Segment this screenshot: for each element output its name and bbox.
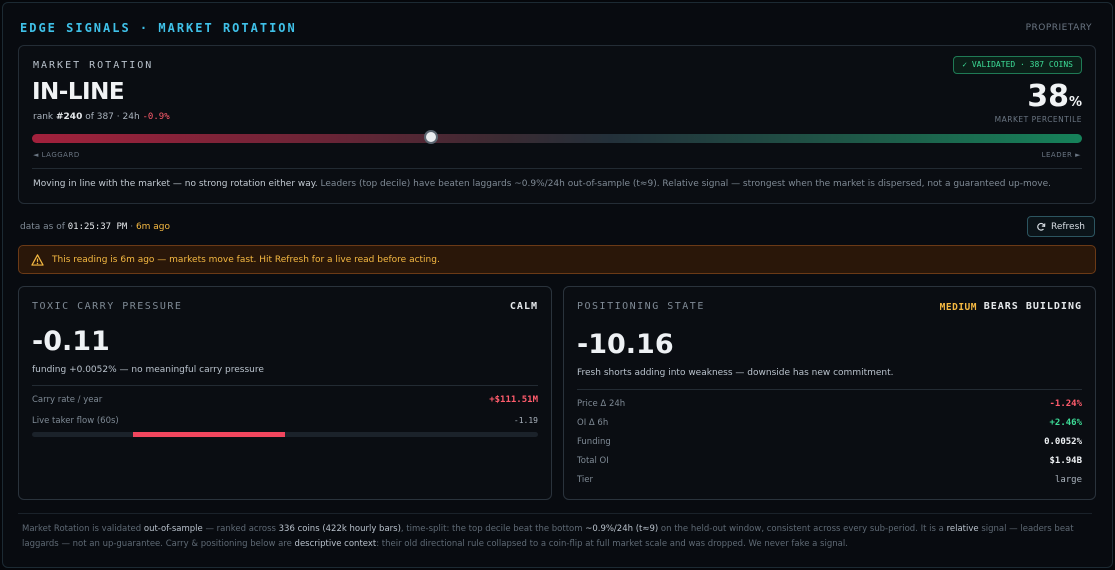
rotation-gradient-bar (32, 134, 1082, 143)
metric-value: 0.0052% (1044, 437, 1082, 447)
taker-flow-label: Live taker flow (60s) (32, 416, 119, 426)
footer-highlight: 336 coins (422k hourly bars) (278, 524, 401, 534)
footer-text: , time-split: the top decile beat the bo… (400, 524, 586, 534)
carry-subtitle: funding +0.0052% — no meaningful carry p… (32, 365, 264, 375)
footer-highlight: relative (946, 524, 979, 534)
percentile-unit: % (1068, 95, 1082, 110)
rank-change: -0.9% (142, 112, 170, 122)
metric-value: $1.94B (1049, 456, 1082, 466)
rotation-description-lead: Moving in line with the market — no stro… (33, 179, 318, 189)
methodology-footer: Market Rotation is validated out-of-samp… (22, 522, 1096, 552)
carry-rate-label: Carry rate / year (32, 395, 103, 405)
metric-value: +2.46% (1049, 418, 1082, 428)
taker-flow-value: -1.19 (513, 416, 538, 425)
asof-sep: · (127, 222, 136, 232)
positioning-value: -10.16 (577, 329, 674, 360)
carry-title: TOXIC CARRY PRESSURE (32, 301, 183, 312)
metric-label: Total OI (577, 456, 609, 466)
divider (32, 385, 538, 386)
footer-text: on the held-out window, consistent acros… (658, 524, 947, 534)
refresh-label: Refresh (1051, 221, 1085, 232)
market-rotation-card: MARKET ROTATION ✓ VALIDATED · 387 COINS … (18, 45, 1096, 204)
metric-label: Price Δ 24h (577, 399, 626, 409)
taker-flow-bar (32, 432, 538, 437)
percentile-readout: 38% (1027, 82, 1082, 112)
page-title: EDGE SIGNALS · MARKET ROTATION (20, 21, 297, 35)
positioning-subtitle: Fresh shorts adding into weakness — down… (577, 368, 894, 378)
positioning-level-tag: MEDIUM (939, 302, 977, 313)
divider (32, 168, 1082, 169)
rotation-position-marker (424, 130, 438, 144)
carry-value: -0.11 (32, 326, 110, 357)
stale-warning-banner: This reading is 6m ago — markets move fa… (18, 245, 1096, 274)
percentile-value: 38 (1027, 79, 1069, 114)
carry-rate-value: +$111.51M (489, 395, 538, 405)
rotation-state: IN-LINE (32, 79, 125, 105)
refresh-button[interactable]: Refresh (1027, 216, 1095, 237)
rank-value: #240 (56, 112, 83, 122)
footer-text: — ranked across (202, 524, 279, 534)
warning-icon (31, 253, 44, 266)
scale-leader-label: LEADER ► (1041, 151, 1081, 159)
rotation-description: Moving in line with the market — no stro… (33, 179, 1051, 189)
carry-status-tag: CALM (509, 301, 538, 312)
scale-laggard-label: ◄ LAGGARD (33, 151, 80, 159)
metric-label: OI Δ 6h (577, 418, 609, 428)
data-timestamp: data as of 01:25:37 PM · 6m ago (20, 222, 170, 232)
footer-highlight: ~0.9%/24h (t≈9) (585, 524, 659, 534)
footer-highlight: out-of-sample (143, 524, 203, 534)
footer-highlight: descriptive context (294, 539, 377, 549)
rotation-rank: rank #240 of 387 · 24h -0.9% (33, 112, 170, 122)
asof-prefix: data as of (20, 222, 68, 232)
positioning-title: POSITIONING STATE (577, 301, 705, 312)
divider (18, 513, 1092, 514)
stale-warning-text: This reading is 6m ago — markets move fa… (52, 254, 440, 265)
footer-text: : their old directional rule collapsed t… (376, 539, 848, 549)
rank-prefix: rank (33, 112, 56, 122)
positioning-state-tag: BEARS BUILDING (983, 301, 1082, 312)
rank-mid: of 387 · 24h (82, 112, 143, 122)
metric-row: Price Δ 24h -1.24% (577, 399, 1082, 413)
asof-ago: 6m ago (135, 222, 171, 232)
metric-label: Tier (577, 475, 594, 485)
metric-value: large (1054, 475, 1082, 485)
metric-row: Tier large (577, 475, 1082, 489)
toxic-carry-card: TOXIC CARRY PRESSURE CALM -0.11 funding … (18, 286, 552, 500)
divider (577, 389, 1082, 390)
taker-flow-row: Live taker flow (60s) -1.19 (32, 416, 538, 430)
validated-badge: ✓ VALIDATED · 387 COINS (953, 56, 1082, 74)
positioning-state-card: POSITIONING STATE MEDIUM BEARS BUILDING … (563, 286, 1096, 500)
metric-value: -1.24% (1049, 399, 1082, 409)
refresh-icon (1037, 222, 1046, 231)
metric-row: Total OI $1.94B (577, 456, 1082, 470)
taker-flow-fill (133, 432, 285, 437)
percentile-label: MARKET PERCENTILE (994, 115, 1082, 124)
carry-rate-row: Carry rate / year +$111.51M (32, 395, 538, 409)
market-rotation-label: MARKET ROTATION (33, 60, 154, 71)
app-frame: EDGE SIGNALS · MARKET ROTATION PROPRIETA… (2, 2, 1113, 568)
footer-text: Market Rotation is validated (22, 524, 144, 534)
metric-row: Funding 0.0052% (577, 437, 1082, 451)
proprietary-badge: PROPRIETARY (1025, 23, 1092, 33)
rotation-description-rest: Leaders (top decile) have beaten laggard… (317, 179, 1052, 189)
metric-label: Funding (577, 437, 611, 447)
asof-time: 01:25:37 PM (67, 222, 128, 232)
metric-row: OI Δ 6h +2.46% (577, 418, 1082, 432)
